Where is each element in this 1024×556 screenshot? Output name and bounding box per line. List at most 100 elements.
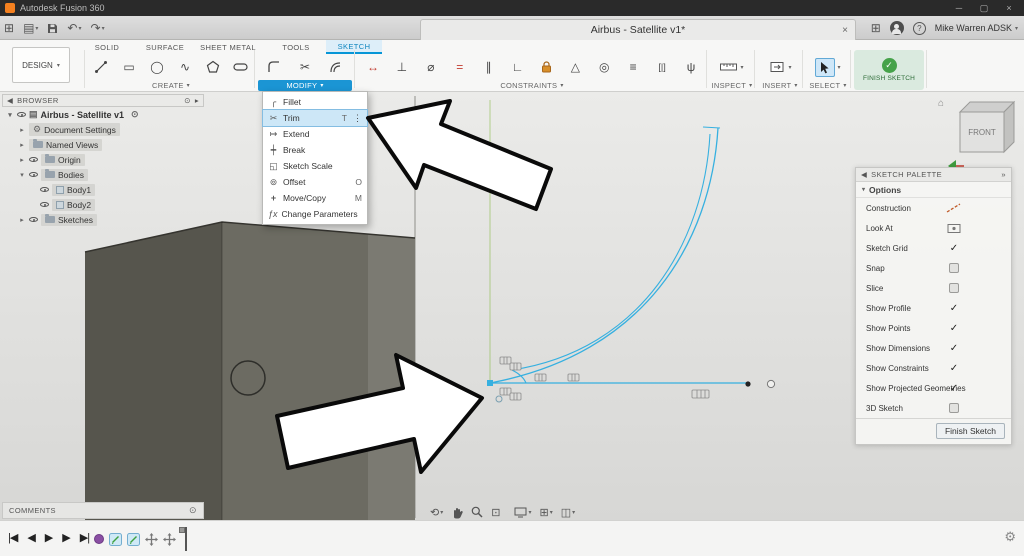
- visibility-eye-icon[interactable]: [29, 172, 38, 177]
- viewports-icon[interactable]: ◫ ▾: [561, 506, 575, 519]
- checkbox-checked-icon[interactable]: ✓: [944, 343, 964, 354]
- insert-icon[interactable]: [768, 57, 786, 77]
- option-show-constraints[interactable]: Show Constraints ✓: [856, 358, 1011, 378]
- expander-icon[interactable]: ▸: [18, 216, 26, 224]
- expander-icon[interactable]: ▸: [18, 126, 26, 134]
- skip-start-icon[interactable]: |◀: [8, 531, 18, 544]
- checkbox-checked-icon[interactable]: ✓: [944, 323, 964, 334]
- perpendicular-constraint-icon[interactable]: ∟: [509, 57, 527, 77]
- checkbox-checked-icon[interactable]: ✓: [944, 243, 964, 254]
- workspace-selector[interactable]: DESIGN ▾: [12, 47, 70, 83]
- modify-group-label[interactable]: MODIFY ▾: [258, 80, 352, 91]
- menu-item-move-copy[interactable]: + Move/Copy M: [263, 190, 367, 206]
- file-menu-icon[interactable]: ▤ ▾: [23, 21, 38, 35]
- visibility-eye-icon[interactable]: [40, 202, 49, 207]
- timeline-item-sketch[interactable]: [127, 532, 140, 546]
- parallel-constraint-icon[interactable]: ∥: [480, 57, 498, 77]
- options-section-header[interactable]: ▾ Options: [856, 182, 1011, 198]
- minimize-button[interactable]: ─: [949, 3, 969, 13]
- create-group-label[interactable]: CREATE ▾: [88, 80, 254, 91]
- step-back-icon[interactable]: ◀: [27, 531, 36, 544]
- expander-icon[interactable]: ▾: [18, 171, 26, 179]
- grid-layout-icon[interactable]: ⊞ ▾: [539, 506, 552, 519]
- view-cube[interactable]: ⌂ FRONT: [938, 96, 1022, 174]
- browser-row-document-settings[interactable]: ▸ ⚙ Document Settings: [2, 122, 204, 137]
- close-window-button[interactable]: ×: [999, 3, 1019, 13]
- extensions-icon[interactable]: ⊞: [871, 21, 881, 35]
- option-look-at[interactable]: Look At: [856, 218, 1011, 238]
- checkbox-checked-icon[interactable]: ✓: [944, 363, 964, 374]
- step-forward-icon[interactable]: ▶: [62, 531, 71, 544]
- offset-tool-icon[interactable]: [327, 57, 345, 77]
- line-tool-icon[interactable]: [92, 57, 110, 77]
- document-tab-close-icon[interactable]: ×: [842, 25, 848, 36]
- expander-icon[interactable]: ▸: [18, 141, 26, 149]
- undo-icon[interactable]: ↶ ▾: [67, 21, 81, 35]
- option-show-profile[interactable]: Show Profile ✓: [856, 298, 1011, 318]
- menu-item-sketch-scale[interactable]: ◱ Sketch Scale: [263, 158, 367, 174]
- pan-icon[interactable]: [451, 506, 463, 519]
- finish-sketch-palette-button[interactable]: Finish Sketch: [935, 423, 1005, 439]
- browser-header[interactable]: ◀ BROWSER ⊙ ▸: [2, 94, 204, 107]
- look-at-icon[interactable]: [944, 223, 964, 234]
- target-icon[interactable]: ⊙: [189, 505, 197, 516]
- construction-line-icon[interactable]: [944, 203, 964, 213]
- measure-icon[interactable]: [720, 57, 738, 77]
- coincident-constraint-icon[interactable]: ⊥: [393, 57, 411, 77]
- rectangle-tool-icon[interactable]: ▭: [120, 57, 138, 77]
- browser-row-root[interactable]: ▾ ▤ Airbus - Satellite v1 ⊙: [2, 107, 204, 122]
- home-icon[interactable]: ⌂: [938, 98, 944, 109]
- tab-tools[interactable]: TOOLS: [274, 40, 318, 54]
- browser-row-body2[interactable]: Body2: [2, 197, 204, 212]
- polygon-tool-icon[interactable]: [204, 57, 222, 77]
- collapse-panel-icon[interactable]: ◀: [7, 96, 13, 105]
- tab-solid[interactable]: SOLID: [87, 40, 127, 54]
- menu-item-trim[interactable]: ✂ Trim T ⋮: [262, 109, 368, 127]
- equal-constraint-icon[interactable]: =: [451, 57, 469, 77]
- activate-component-icon[interactable]: ⊙: [131, 109, 139, 120]
- constraints-group-label[interactable]: CONSTRAINTS ▾: [358, 80, 706, 91]
- tangent-constraint-icon[interactable]: ⌀: [422, 57, 440, 77]
- chevron-right-icon[interactable]: ▸: [195, 96, 199, 105]
- orbit-icon[interactable]: ⟲ ▾: [430, 506, 443, 519]
- fix-lock-constraint-icon[interactable]: [537, 57, 555, 77]
- option-snap[interactable]: Snap: [856, 258, 1011, 278]
- user-menu[interactable]: Mike Warren ADSK ▾: [935, 23, 1018, 33]
- finish-sketch-button[interactable]: ✓ FINISH SKETCH: [854, 50, 924, 90]
- checkbox-checked-icon[interactable]: ✓: [944, 383, 964, 394]
- maximize-button[interactable]: ▢: [974, 3, 994, 14]
- tab-sheet-metal[interactable]: SHEET METAL: [195, 40, 261, 54]
- popout-icon[interactable]: »: [1001, 170, 1006, 179]
- timeline-item-component[interactable]: [94, 534, 104, 544]
- visibility-eye-icon[interactable]: [29, 217, 38, 222]
- fillet-tool-icon[interactable]: [265, 57, 283, 77]
- sketch-dimension-icon[interactable]: ↔: [364, 57, 382, 77]
- expander-icon[interactable]: ▾: [6, 111, 14, 119]
- visibility-eye-icon[interactable]: [29, 157, 38, 162]
- concentric-constraint-icon[interactable]: ◎: [595, 57, 613, 77]
- timeline-item-sketch[interactable]: [109, 532, 122, 546]
- avatar[interactable]: [889, 21, 904, 35]
- menu-item-fillet[interactable]: ╭ Fillet: [263, 94, 367, 110]
- option-show-points[interactable]: Show Points ✓: [856, 318, 1011, 338]
- select-tool-active[interactable]: [815, 57, 836, 77]
- symmetry-constraint-icon[interactable]: [|]: [653, 57, 671, 77]
- trim-tool-icon[interactable]: ✂: [296, 57, 314, 77]
- skip-end-icon[interactable]: ▶|: [80, 531, 90, 544]
- timeline-item-move[interactable]: [145, 532, 158, 546]
- midpoint-constraint-icon[interactable]: △: [566, 57, 584, 77]
- browser-row-body1[interactable]: Body1: [2, 182, 204, 197]
- menu-item-extend[interactable]: ↦ Extend: [263, 126, 367, 142]
- option-show-dimensions[interactable]: Show Dimensions ✓: [856, 338, 1011, 358]
- collinear-constraint-icon[interactable]: ≡: [624, 57, 642, 77]
- zoom-icon[interactable]: [471, 506, 483, 518]
- option-3d-sketch[interactable]: 3D Sketch: [856, 398, 1011, 418]
- option-construction[interactable]: Construction: [856, 198, 1011, 218]
- select-group-label[interactable]: SELECT ▾: [806, 80, 850, 91]
- help-icon[interactable]: ?: [912, 21, 926, 35]
- menu-item-break[interactable]: ┿ Break: [263, 142, 367, 158]
- collapse-panel-icon[interactable]: ◀: [861, 170, 867, 179]
- option-sketch-grid[interactable]: Sketch Grid ✓: [856, 238, 1011, 258]
- save-icon[interactable]: [47, 23, 58, 34]
- display-settings-icon[interactable]: ▾: [514, 507, 531, 518]
